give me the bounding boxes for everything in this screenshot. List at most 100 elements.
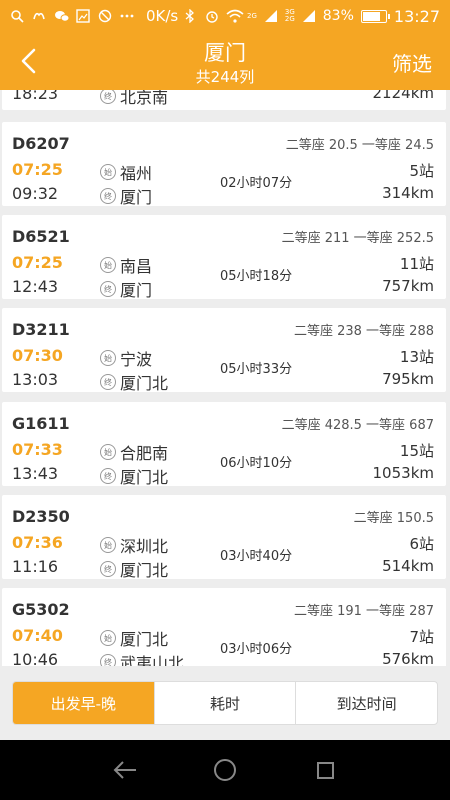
tab-sort-depart[interactable]: 出发早-晚 [13, 682, 154, 724]
system-back-button[interactable] [110, 755, 140, 785]
arrive-time: 13:03 [12, 370, 59, 389]
depart-time: 07:25 [12, 253, 63, 272]
sort-tabs: 出发早-晚 耗时 到达时间 [12, 681, 438, 725]
depart-time: 07:33 [12, 440, 63, 459]
stop-count: 5站 [409, 162, 434, 180]
train-card-4[interactable]: D2350 二等座 150.5 07:36 11:16 始深圳北 终厦门北 03… [2, 495, 446, 581]
back-arrow-icon [113, 761, 136, 779]
train-card-5[interactable]: G5302 二等座 191 一等座 287 07:40 10:46 始厦门北 终… [2, 588, 446, 666]
arrive-station: 终厦门北 [100, 557, 168, 581]
seat-prices: 二等座 238 一等座 288 [293, 324, 434, 339]
stop-count: 13站 [399, 348, 434, 366]
network-type-2: 3G 2G [284, 8, 295, 23]
alarm-icon [205, 9, 219, 23]
system-nav-bar [0, 740, 450, 800]
header-bar: 厦门 共244列 筛选 [0, 32, 450, 90]
start-badge-icon: 始 [100, 257, 116, 273]
distance: 514km [382, 557, 434, 575]
page-title: 厦门 [204, 41, 246, 65]
train-card-1[interactable]: D6521 二等座 211 一等座 252.5 07:25 12:43 始南昌 … [2, 215, 446, 301]
arrive-station: 终厦门北 [100, 464, 168, 488]
seat-prices: 二等座 428.5 一等座 687 [281, 418, 434, 433]
train-card-partial[interactable]: 18:23 终北京南 2124km [2, 90, 446, 110]
clock: 13:27 [393, 6, 440, 26]
train-number: D3211 [12, 320, 70, 339]
distance: 1053km [372, 464, 434, 482]
train-number: D6207 [12, 134, 70, 153]
recents-square-icon [317, 762, 334, 779]
depart-station: 始厦门北 [100, 626, 168, 650]
duration: 05小时33分 [220, 362, 293, 377]
start-badge-icon: 始 [100, 164, 116, 180]
arrive-time: 12:43 [12, 277, 59, 296]
more-icon [120, 9, 134, 23]
wifi-icon [226, 9, 244, 23]
start-badge-icon: 始 [100, 350, 116, 366]
stop-count: 6站 [409, 535, 434, 553]
duration: 06小时10分 [220, 456, 293, 471]
depart-station: 始宁波 [100, 346, 152, 370]
train-number: D2350 [12, 507, 70, 526]
distance: 314km [382, 184, 434, 202]
train-list[interactable]: 18:23 终北京南 2124km D6207 二等座 20.5 一等座 24.… [0, 90, 450, 666]
image-icon [76, 9, 90, 23]
bluetooth-icon [184, 8, 198, 24]
depart-station: 始深圳北 [100, 533, 168, 557]
start-badge-icon: 始 [100, 537, 116, 553]
system-home-button[interactable] [210, 755, 240, 785]
train-number: D6521 [12, 227, 70, 246]
tab-sort-duration[interactable]: 耗时 [153, 682, 296, 724]
battery-icon [360, 9, 390, 23]
duration: 02小时07分 [220, 176, 293, 191]
train-number: G5302 [12, 600, 70, 619]
battery-level [362, 11, 381, 21]
stop-count: 7站 [409, 628, 434, 646]
train-card-3[interactable]: G1611 二等座 428.5 一等座 687 07:33 13:43 始合肥南… [2, 402, 446, 488]
wechat-icon [54, 9, 70, 23]
end-badge-icon: 终 [100, 90, 116, 104]
blocked-icon [98, 9, 112, 23]
depart-time: 07:25 [12, 160, 63, 179]
arrive-time: 09:32 [12, 184, 59, 203]
home-circle-icon [214, 759, 236, 781]
depart-time: 07:40 [12, 626, 63, 645]
stop-count: 11站 [399, 255, 434, 273]
depart-station: 始南昌 [100, 253, 152, 277]
arrive-time: 11:16 [12, 557, 59, 576]
battery-percent: 83% [322, 8, 354, 24]
stop-count: 15站 [399, 442, 434, 460]
network-speed: 0K/s [146, 7, 179, 25]
seat-prices: 二等座 150.5 [353, 511, 434, 526]
train-card-0[interactable]: D6207 二等座 20.5 一等座 24.5 07:25 09:32 始福州 … [2, 122, 446, 207]
filter-button[interactable]: 筛选 [392, 48, 432, 77]
end-badge-icon: 终 [100, 374, 116, 390]
network-type-1: 2G [246, 11, 257, 20]
arrive-station: 终厦门 [100, 277, 152, 301]
distance: 795km [382, 370, 434, 388]
train-count: 共244列 [195, 68, 255, 86]
depart-station: 始合肥南 [100, 440, 168, 464]
tab-sort-arrive[interactable]: 到达时间 [295, 682, 437, 724]
status-bar: 0K/s 2G 3G 2G 83% 13:27 [0, 0, 450, 32]
train-number: G1611 [12, 414, 70, 433]
end-badge-icon: 终 [100, 188, 116, 204]
duration: 03小时40分 [220, 549, 293, 564]
arrive-station: 终北京南 [100, 90, 168, 108]
signal-icon-2 [302, 9, 316, 23]
arrive-time: 13:43 [12, 464, 59, 483]
train-card-2[interactable]: D3211 二等座 238 一等座 288 07:30 13:03 始宁波 终厦… [2, 308, 446, 394]
distance: 2124km [372, 90, 434, 102]
start-badge-icon: 始 [100, 630, 116, 646]
system-recents-button[interactable] [310, 755, 340, 785]
seat-prices: 二等座 20.5 一等座 24.5 [285, 138, 434, 153]
arrive-station: 终厦门北 [100, 370, 168, 394]
start-badge-icon: 始 [100, 444, 116, 460]
end-badge-icon: 终 [100, 561, 116, 577]
depart-time: 07:36 [12, 533, 63, 552]
seat-prices: 二等座 191 一等座 287 [293, 604, 434, 619]
app-notification-icon [32, 9, 46, 23]
arrive-station: 终武夷山北 [100, 650, 184, 666]
end-badge-icon: 终 [100, 281, 116, 297]
distance: 576km [382, 650, 434, 666]
signal-icon-1 [264, 9, 278, 23]
